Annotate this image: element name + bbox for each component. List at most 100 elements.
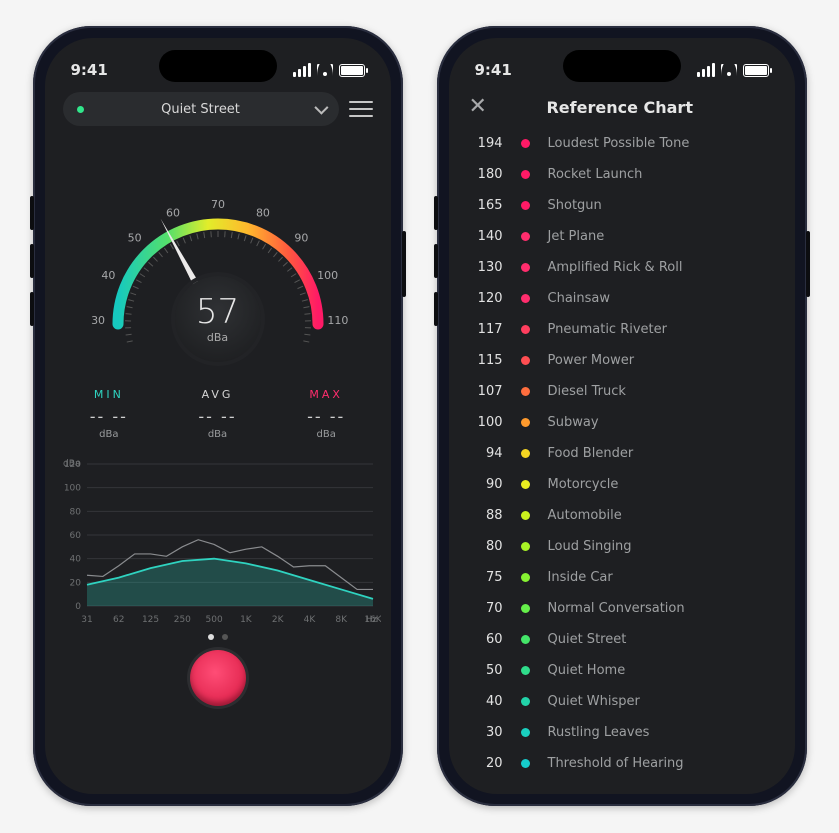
svg-text:31: 31 [81, 615, 92, 625]
reference-row[interactable]: 20Threshold of Hearing [467, 748, 777, 779]
level-dot-icon [521, 759, 530, 768]
level-dot-icon [521, 418, 530, 427]
level-dot-icon [521, 170, 530, 179]
reference-label: Chainsaw [548, 291, 611, 306]
reference-label: Power Mower [548, 353, 635, 368]
reference-row[interactable]: 50 Quiet Home [467, 655, 777, 686]
wifi-icon [317, 64, 333, 76]
stats-row: MIN -- -- dBa AVG -- -- dBa MAX -- -- dB… [45, 388, 391, 440]
level-dot-icon [521, 356, 530, 365]
stat-max-label: MAX [272, 388, 381, 401]
stat-avg-value: -- -- [163, 407, 272, 426]
svg-text:60: 60 [166, 207, 180, 220]
level-dot-icon [521, 387, 530, 396]
menu-button[interactable] [349, 101, 373, 117]
reference-row[interactable]: 107 Diesel Truck [467, 376, 777, 407]
level-dot-icon [521, 480, 530, 489]
level-dot-icon [521, 232, 530, 241]
reference-db: 50 [467, 663, 503, 678]
level-dot-icon [521, 263, 530, 272]
reference-row[interactable]: 100Subway [467, 407, 777, 438]
reference-row[interactable]: 94Food Blender [467, 438, 777, 469]
svg-text:100: 100 [317, 269, 338, 282]
page-indicator[interactable] [45, 634, 391, 640]
svg-text:40: 40 [69, 555, 81, 565]
svg-text:50: 50 [127, 232, 141, 245]
screen-reference: 9:41 ✕ Reference Chart 194Loudest Possib… [449, 38, 795, 794]
reference-row[interactable]: 165Shotgun [467, 190, 777, 221]
reference-row[interactable]: 115Power Mower [467, 345, 777, 376]
svg-text:62: 62 [113, 615, 124, 625]
battery-icon [339, 64, 365, 77]
reference-label: Quiet Whisper [548, 694, 640, 709]
reference-row[interactable]: 75Inside Car [467, 562, 777, 593]
reference-db: 180 [467, 167, 503, 182]
level-dot-icon [521, 666, 530, 675]
svg-text:90: 90 [294, 232, 308, 245]
level-dot-icon [521, 294, 530, 303]
reference-label: Pneumatic Riveter [548, 322, 667, 337]
reference-row[interactable]: 120Chainsaw [467, 283, 777, 314]
reference-db: 107 [467, 384, 503, 399]
reference-db: 165 [467, 198, 503, 213]
svg-text:120: 120 [63, 460, 80, 470]
cellular-icon [697, 63, 715, 77]
svg-text:60: 60 [69, 531, 81, 541]
stat-max-unit: dBa [272, 429, 381, 440]
level-dot-icon [521, 139, 530, 148]
status-time: 9:41 [71, 61, 108, 79]
reference-label: Loudest Possible Tone [548, 136, 690, 151]
phone-meter: 9:41 Quiet Street [33, 26, 403, 806]
reference-row[interactable]: 70Normal Conversation [467, 593, 777, 624]
level-dot-icon [521, 449, 530, 458]
reference-row[interactable]: 180Rocket Launch [467, 159, 777, 190]
db-gauge: 2030405060708090100110120 57 dBa [45, 144, 391, 354]
reference-label: Diesel Truck [548, 384, 626, 399]
reference-list[interactable]: 194Loudest Possible Tone180Rocket Launch… [449, 126, 795, 779]
preset-dropdown[interactable]: Quiet Street [63, 92, 339, 126]
reference-row[interactable]: 60Quiet Street [467, 624, 777, 655]
reference-row[interactable]: 140Jet Plane [467, 221, 777, 252]
svg-text:2K: 2K [271, 615, 284, 625]
svg-text:30: 30 [91, 314, 105, 327]
dynamic-island [159, 50, 277, 82]
stat-min-label: MIN [55, 388, 164, 401]
reference-db: 88 [467, 508, 503, 523]
reference-label: Quiet Home [548, 663, 626, 678]
record-button[interactable] [190, 650, 246, 706]
stat-avg: AVG -- -- dBa [163, 388, 272, 440]
reference-db: 60 [467, 632, 503, 647]
reference-row[interactable]: 30Rustling Leaves [467, 717, 777, 748]
stat-avg-label: AVG [163, 388, 272, 401]
svg-text:4K: 4K [303, 615, 316, 625]
gauge-unit: dBa [207, 331, 228, 344]
level-dot-icon [521, 573, 530, 582]
level-dot-icon [521, 511, 530, 520]
page-dot-1 [222, 634, 228, 640]
reference-row[interactable]: 90Motorcycle [467, 469, 777, 500]
reference-row[interactable]: 40Quiet Whisper [467, 686, 777, 717]
stat-max: MAX -- -- dBa [272, 388, 381, 440]
reference-label: Amplified Rick & Roll [548, 260, 683, 275]
battery-icon [743, 64, 769, 77]
cellular-icon [293, 63, 311, 77]
svg-text:1K: 1K [240, 615, 253, 625]
chevron-down-icon [314, 101, 328, 115]
reference-row[interactable]: 80Loud Singing [467, 531, 777, 562]
reference-row[interactable]: 130 Amplified Rick & Roll [467, 252, 777, 283]
phone-reference: 9:41 ✕ Reference Chart 194Loudest Possib… [437, 26, 807, 806]
svg-text:40: 40 [101, 269, 115, 282]
dynamic-island [563, 50, 681, 82]
reference-row[interactable]: 117Pneumatic Riveter [467, 314, 777, 345]
svg-text:20: 20 [69, 578, 81, 588]
reference-db: 130 [467, 260, 503, 275]
reference-label: Food Blender [548, 446, 634, 461]
stat-max-value: -- -- [272, 407, 381, 426]
stat-avg-unit: dBa [163, 429, 272, 440]
reference-label: Loud Singing [548, 539, 632, 554]
level-dot-icon [521, 635, 530, 644]
reference-row[interactable]: 194Loudest Possible Tone [467, 128, 777, 159]
reference-label: Rustling Leaves [548, 725, 650, 740]
wifi-icon [721, 64, 737, 76]
reference-row[interactable]: 88Automobile [467, 500, 777, 531]
